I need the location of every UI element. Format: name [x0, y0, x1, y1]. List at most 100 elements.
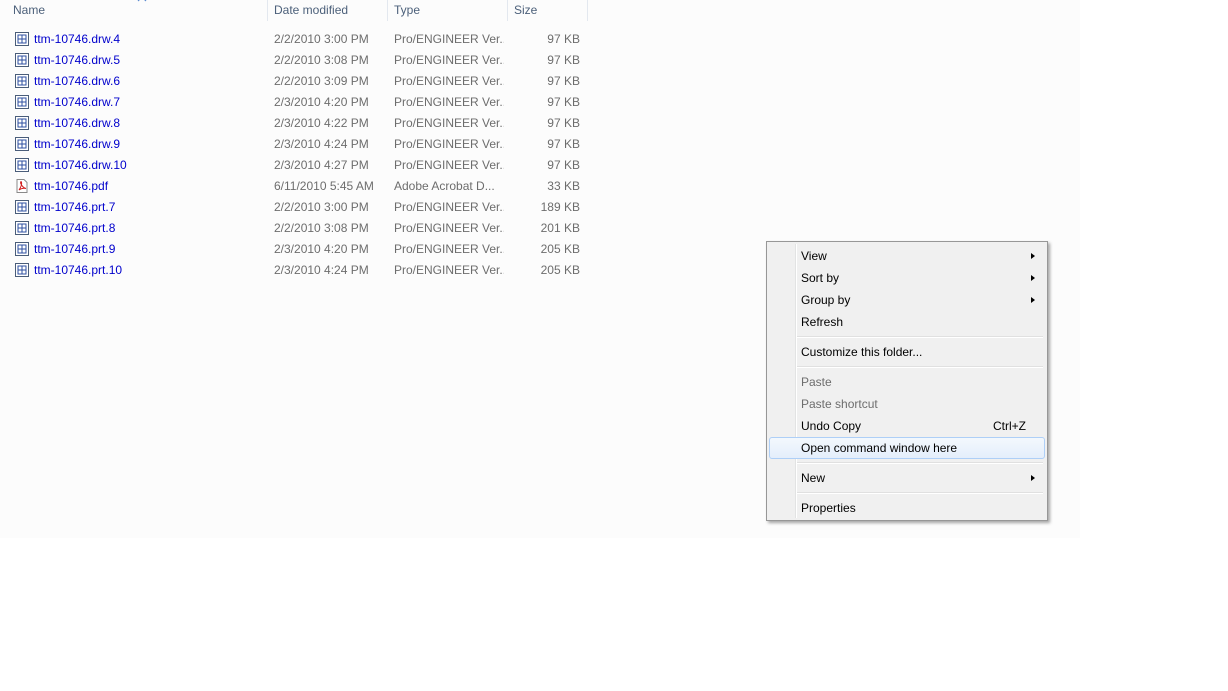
file-name[interactable]: ttm-10746.drw.8 — [34, 113, 264, 134]
file-date-modified: 2/2/2010 3:08 PM — [274, 53, 369, 67]
submenu-arrow-icon — [1031, 253, 1035, 259]
file-type: Adobe Acrobat D... — [394, 179, 495, 193]
file-row[interactable]: ttm-10746.drw.4 2/2/2010 3:00 PM Pro/ENGIN… — [0, 29, 588, 50]
proe-file-icon — [14, 94, 30, 110]
file-type: Pro/ENGINEER Ver... — [394, 200, 504, 214]
file-type: Pro/ENGINEER Ver... — [394, 263, 504, 277]
menu-item-customize-folder-label: Customize this folder... — [801, 345, 923, 359]
file-type: Pro/ENGINEER Ver... — [394, 32, 504, 46]
menu-separator — [797, 366, 1043, 368]
context-menu: View Sort by Group by Refresh Customize … — [766, 241, 1048, 521]
column-header-row: Name Date modified Type Size — [0, 0, 588, 22]
column-header-size[interactable]: Size — [508, 0, 588, 21]
file-size: 189 KB — [540, 200, 580, 214]
file-name[interactable]: ttm-10746.prt.8 — [34, 218, 264, 239]
file-row[interactable]: ttm-10746.prt.9 2/3/2010 4:20 PM Pro/ENGIN… — [0, 239, 588, 260]
proe-file-icon — [14, 199, 30, 215]
file-size: 97 KB — [547, 158, 580, 172]
submenu-arrow-icon — [1031, 297, 1035, 303]
file-size: 97 KB — [547, 95, 580, 109]
file-size: 97 KB — [547, 32, 580, 46]
file-size: 201 KB — [540, 221, 580, 235]
file-name[interactable]: ttm-10746.prt.9 — [34, 239, 264, 260]
file-date-modified: 2/3/2010 4:20 PM — [274, 242, 369, 256]
file-type: Pro/ENGINEER Ver... — [394, 95, 504, 109]
file-size: 205 KB — [540, 263, 580, 277]
file-row[interactable]: ttm-10746.prt.7 2/2/2010 3:00 PM Pro/ENGIN… — [0, 197, 588, 218]
column-header-name-label: Name — [13, 3, 46, 17]
file-size: 97 KB — [547, 53, 580, 67]
file-name[interactable]: ttm-10746.prt.7 — [34, 197, 264, 218]
file-row[interactable]: ttm-10746.drw.6 2/2/2010 3:09 PM Pro/ENGIN… — [0, 71, 588, 92]
file-name[interactable]: ttm-10746.drw.9 — [34, 134, 264, 155]
file-date-modified: 6/11/2010 5:45 AM — [274, 179, 374, 193]
file-row[interactable]: ttm-10746.prt.8 2/2/2010 3:08 PM Pro/ENGIN… — [0, 218, 588, 239]
file-name[interactable]: ttm-10746.drw.7 — [34, 92, 264, 113]
menu-item-properties-label: Properties — [801, 501, 856, 515]
column-header-date-label: Date modified — [274, 3, 349, 17]
proe-file-icon — [14, 220, 30, 236]
submenu-arrow-icon — [1031, 275, 1035, 281]
file-size: 97 KB — [547, 116, 580, 130]
menu-item-properties[interactable]: Properties — [769, 497, 1045, 519]
file-type: Pro/ENGINEER Ver... — [394, 137, 504, 151]
column-header-type[interactable]: Type — [388, 0, 508, 21]
file-row[interactable]: ttm-10746.drw.9 2/3/2010 4:24 PM Pro/ENGIN… — [0, 134, 588, 155]
proe-file-icon — [14, 262, 30, 278]
submenu-arrow-icon — [1031, 475, 1035, 481]
file-date-modified: 2/3/2010 4:20 PM — [274, 95, 369, 109]
proe-file-icon — [14, 241, 30, 257]
menu-item-new[interactable]: New — [769, 467, 1045, 489]
menu-item-undo-copy[interactable]: Undo Copy Ctrl+Z — [769, 415, 1045, 437]
menu-item-undo-copy-label: Undo Copy — [801, 419, 862, 433]
file-size: 33 KB — [547, 179, 580, 193]
menu-item-view[interactable]: View — [769, 245, 1045, 267]
file-type: Pro/ENGINEER Ver... — [394, 74, 504, 88]
menu-item-paste-shortcut-label: Paste shortcut — [801, 397, 878, 411]
file-date-modified: 2/3/2010 4:27 PM — [274, 158, 369, 172]
file-type: Pro/ENGINEER Ver... — [394, 116, 504, 130]
file-row[interactable]: ttm-10746.pdf 6/11/2010 5:45 AM Adobe Acro… — [0, 176, 588, 197]
column-header-date[interactable]: Date modified — [268, 0, 388, 21]
file-row[interactable]: ttm-10746.drw.7 2/3/2010 4:20 PM Pro/ENGIN… — [0, 92, 588, 113]
file-row[interactable]: ttm-10746.drw.5 2/2/2010 3:08 PM Pro/ENGIN… — [0, 50, 588, 71]
file-type: Pro/ENGINEER Ver... — [394, 221, 504, 235]
menu-item-group-by[interactable]: Group by — [769, 289, 1045, 311]
menu-item-view-label: View — [801, 249, 827, 263]
menu-item-refresh[interactable]: Refresh — [769, 311, 1045, 333]
menu-item-customize-folder[interactable]: Customize this folder... — [769, 341, 1045, 363]
proe-file-icon — [14, 73, 30, 89]
file-name[interactable]: ttm-10746.pdf — [34, 176, 264, 197]
file-name[interactable]: ttm-10746.drw.4 — [34, 29, 264, 50]
file-name[interactable]: ttm-10746.drw.6 — [34, 71, 264, 92]
proe-file-icon — [14, 52, 30, 68]
file-size: 97 KB — [547, 137, 580, 151]
menu-item-paste-shortcut: Paste shortcut — [769, 393, 1045, 415]
menu-item-paste: Paste — [769, 371, 1045, 393]
file-name[interactable]: ttm-10746.prt.10 — [34, 260, 264, 281]
menu-item-open-command-window[interactable]: Open command window here — [769, 437, 1045, 459]
file-name[interactable]: ttm-10746.drw.10 — [34, 155, 264, 176]
proe-file-icon — [14, 115, 30, 131]
sort-ascending-icon — [137, 0, 147, 2]
menu-item-group-by-label: Group by — [801, 293, 851, 307]
file-row[interactable]: ttm-10746.prt.10 2/3/2010 4:24 PM Pro/ENGI… — [0, 260, 588, 281]
pdf-file-icon — [14, 178, 30, 194]
file-date-modified: 2/2/2010 3:00 PM — [274, 32, 369, 46]
menu-item-undo-copy-shortcut: Ctrl+Z — [993, 419, 1026, 433]
column-header-size-label: Size — [514, 3, 538, 17]
file-date-modified: 2/3/2010 4:24 PM — [274, 263, 369, 277]
file-date-modified: 2/3/2010 4:22 PM — [274, 116, 369, 130]
menu-separator — [797, 462, 1043, 464]
menu-item-sort-by[interactable]: Sort by — [769, 267, 1045, 289]
proe-file-icon — [14, 31, 30, 47]
file-name[interactable]: ttm-10746.drw.5 — [34, 50, 264, 71]
file-row[interactable]: ttm-10746.drw.8 2/3/2010 4:22 PM Pro/ENGIN… — [0, 113, 588, 134]
column-header-name[interactable]: Name — [7, 0, 268, 21]
file-type: Pro/ENGINEER Ver... — [394, 242, 504, 256]
menu-item-sort-by-label: Sort by — [801, 271, 840, 285]
file-date-modified: 2/2/2010 3:09 PM — [274, 74, 369, 88]
file-date-modified: 2/2/2010 3:00 PM — [274, 200, 369, 214]
file-date-modified: 2/2/2010 3:08 PM — [274, 221, 369, 235]
file-row[interactable]: ttm-10746.drw.10 2/3/2010 4:27 PM Pro/ENGI… — [0, 155, 588, 176]
